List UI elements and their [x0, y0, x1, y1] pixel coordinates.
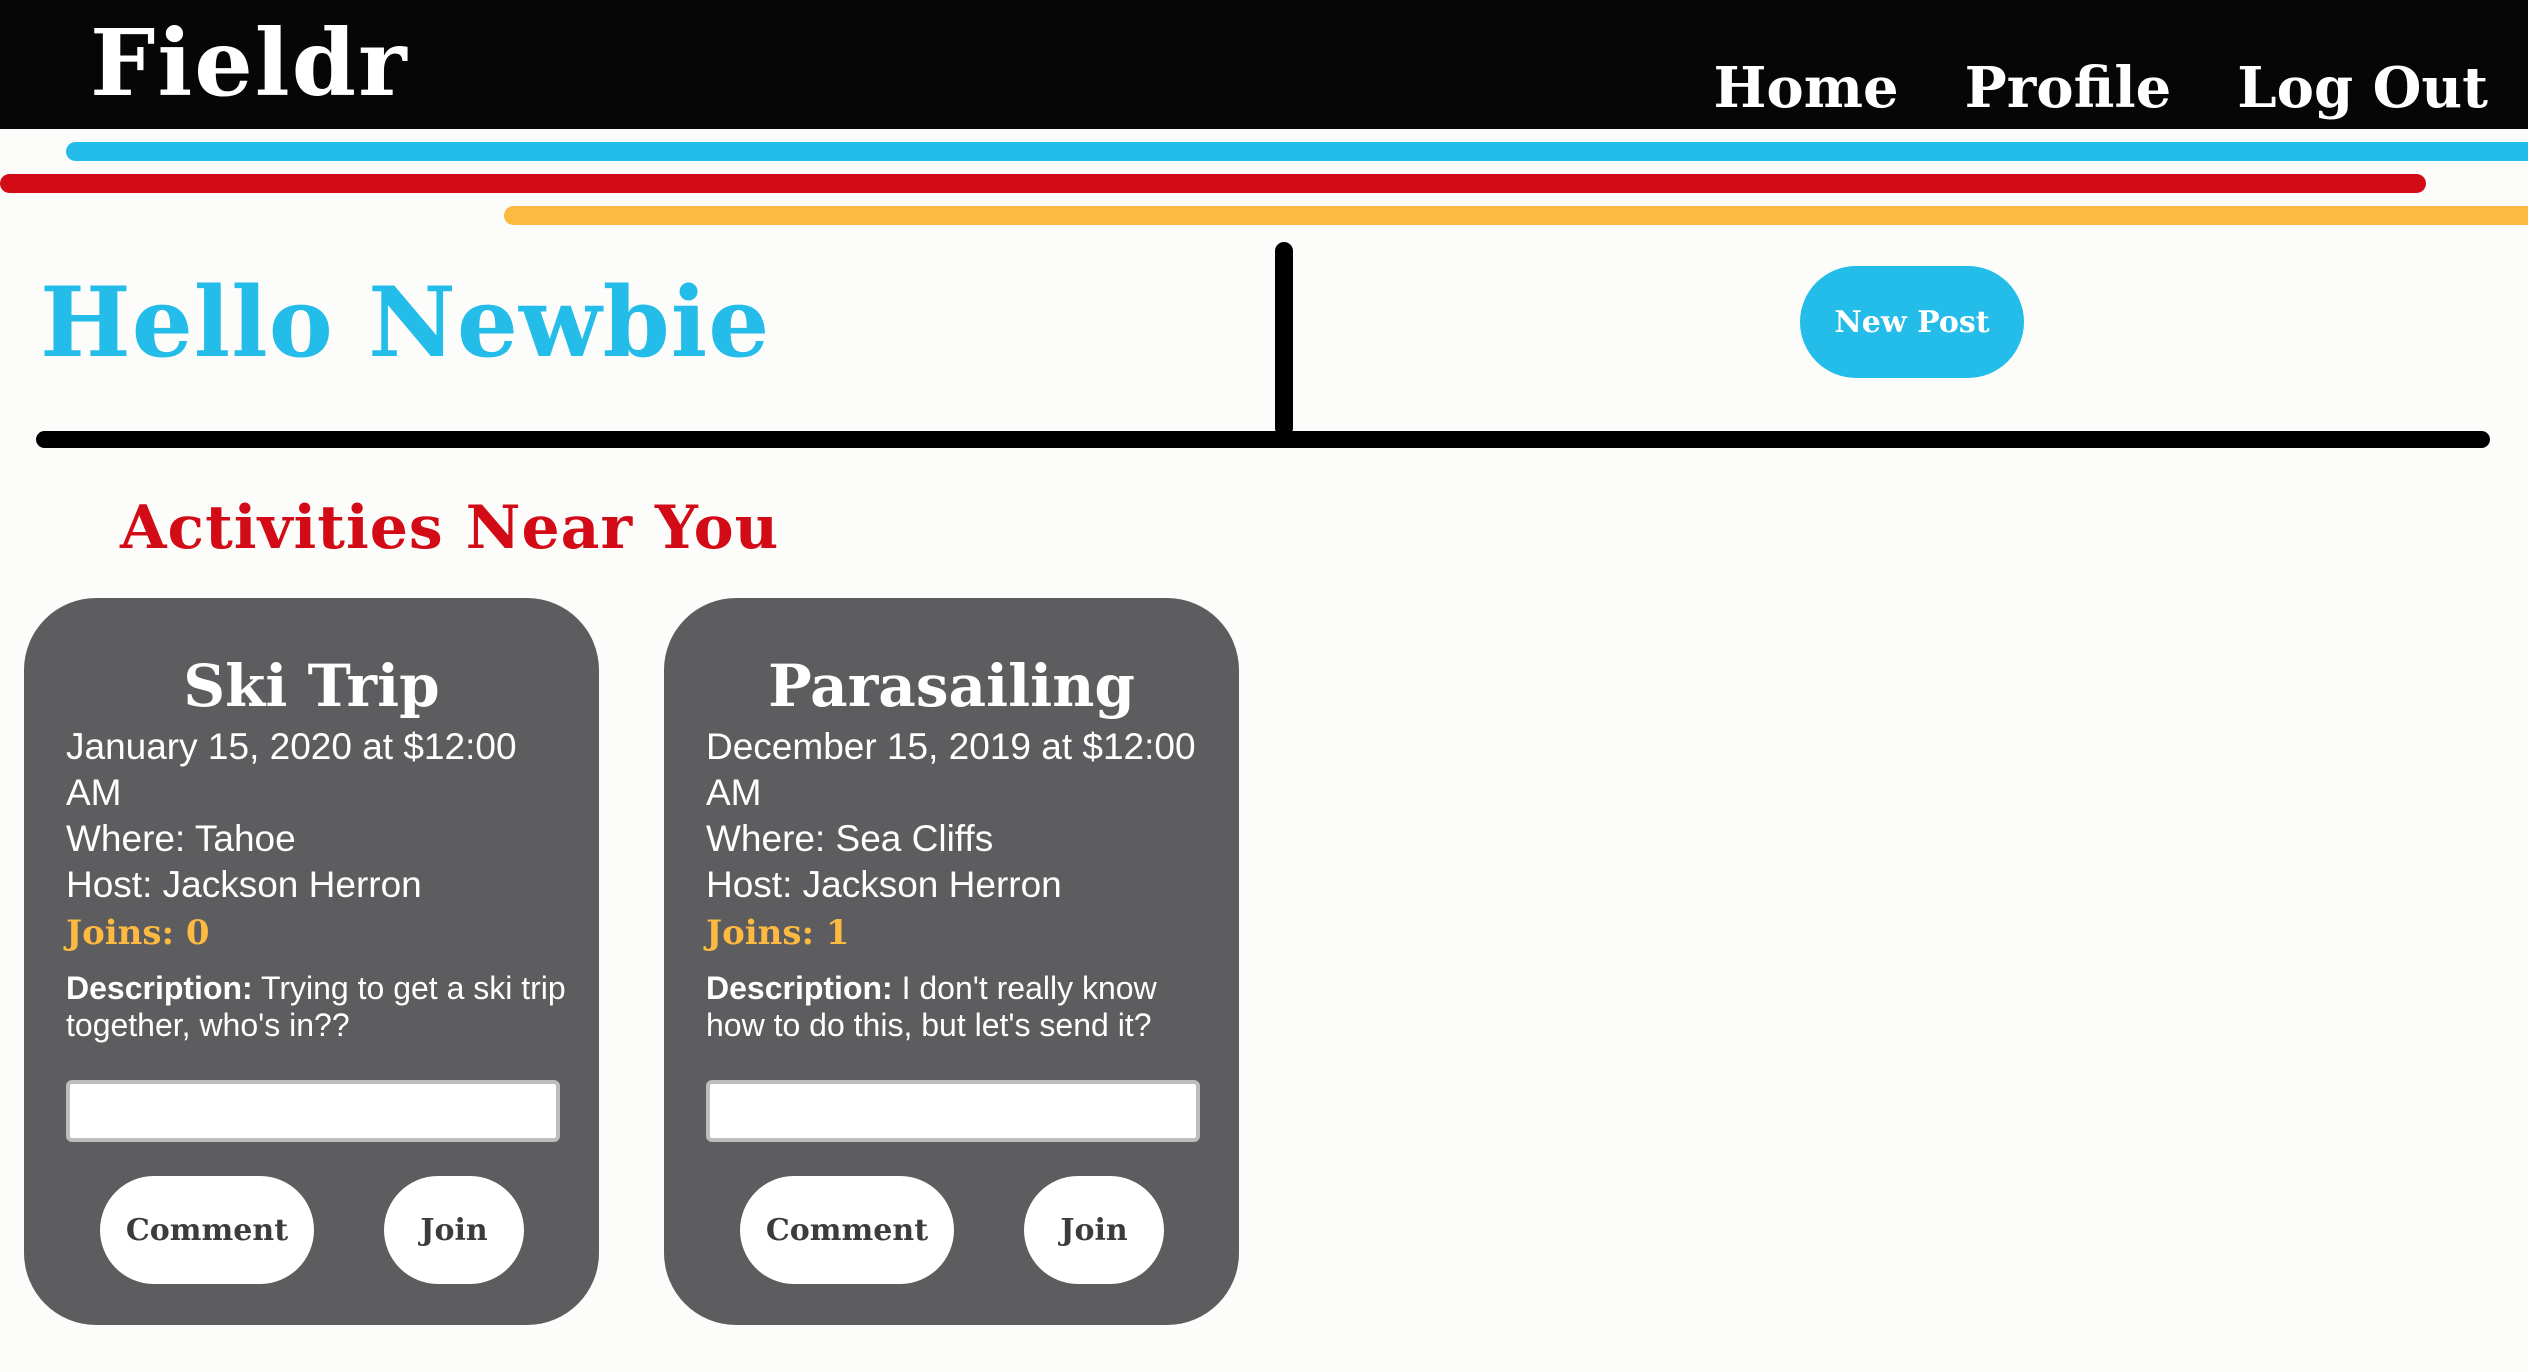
- activity-details: January 15, 2020 at $12:00 AM Where: Tah…: [66, 724, 566, 1044]
- greeting-heading: Hello Newbie: [40, 266, 771, 379]
- nav-home-link[interactable]: Home: [1714, 48, 1899, 128]
- description-label: Description:: [66, 970, 253, 1006]
- activity-description: Description: Trying to get a ski trip to…: [66, 970, 566, 1044]
- comment-button[interactable]: Comment: [740, 1176, 954, 1284]
- activity-date: December 15, 2019 at $12:00 AM: [706, 726, 1196, 813]
- activity-details: December 15, 2019 at $12:00 AM Where: Se…: [706, 724, 1206, 1044]
- activity-location: Where: Tahoe: [66, 818, 296, 859]
- decorative-stripe-yellow: [504, 206, 2528, 225]
- decorative-stripe-blue: [66, 142, 2528, 161]
- app-logo[interactable]: Fieldr: [90, 8, 409, 118]
- activity-joins-count: Joins: 1: [706, 913, 850, 953]
- decorative-stripe-red: [0, 174, 2426, 193]
- activity-date: January 15, 2020 at $12:00 AM: [66, 726, 517, 813]
- activity-card: Ski Trip January 15, 2020 at $12:00 AM W…: [24, 598, 599, 1325]
- description-label: Description:: [706, 970, 893, 1006]
- activity-host: Host: Jackson Herron: [66, 864, 422, 905]
- comment-button[interactable]: Comment: [100, 1176, 314, 1284]
- nav-profile-link[interactable]: Profile: [1965, 48, 2172, 128]
- activity-title: Parasailing: [768, 652, 1135, 720]
- new-post-button[interactable]: New Post: [1800, 266, 2024, 378]
- activity-joins-count: Joins: 0: [66, 913, 210, 953]
- vertical-divider: [1275, 242, 1293, 437]
- join-button[interactable]: Join: [1024, 1176, 1164, 1284]
- comment-input[interactable]: [66, 1080, 560, 1142]
- activity-host: Host: Jackson Herron: [706, 864, 1062, 905]
- nav-links: Home Profile Log Out: [1714, 48, 2489, 128]
- activity-description: Description: I don't really know how to …: [706, 970, 1206, 1044]
- activity-location: Where: Sea Cliffs: [706, 818, 994, 859]
- activity-card: Parasailing December 15, 2019 at $12:00 …: [664, 598, 1239, 1325]
- nav-logout-link[interactable]: Log Out: [2237, 48, 2488, 128]
- comment-input[interactable]: [706, 1080, 1200, 1142]
- activity-title: Ski Trip: [183, 652, 440, 720]
- top-nav-bar: Fieldr Home Profile Log Out: [0, 0, 2528, 129]
- join-button[interactable]: Join: [384, 1176, 524, 1284]
- section-title: Activities Near You: [120, 493, 780, 563]
- horizontal-divider: [36, 431, 2490, 448]
